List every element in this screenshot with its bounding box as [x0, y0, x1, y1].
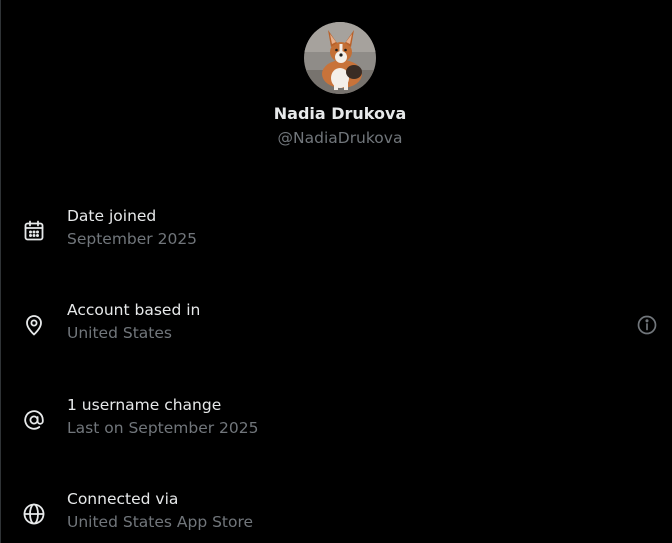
location-pin-icon — [22, 313, 46, 337]
row-connected-via: Connected via United States App Store — [1, 490, 672, 543]
display-name: Nadia Drukova — [273, 104, 407, 123]
row-title: Account based in — [67, 301, 201, 319]
calendar-icon — [22, 219, 46, 243]
row-subtitle: September 2025 — [67, 230, 198, 248]
row-title: Connected via — [67, 490, 179, 508]
at-sign-icon — [22, 408, 46, 432]
row-username-change: 1 username change Last on September 2025 — [1, 396, 672, 456]
row-title: Date joined — [67, 207, 157, 225]
globe-icon — [22, 502, 46, 526]
row-title: 1 username change — [67, 396, 222, 414]
row-subtitle: United States — [67, 324, 172, 342]
avatar[interactable] — [304, 22, 376, 94]
row-date-joined: Date joined September 2025 — [1, 207, 672, 267]
profile-header: Nadia Drukova @NadiaDrukova — [1, 0, 672, 160]
username-handle: @NadiaDrukova — [277, 129, 403, 147]
corgi-avatar-image — [304, 22, 376, 94]
info-icon[interactable] — [636, 314, 658, 336]
row-account-based-in: Account based in United States — [1, 301, 672, 361]
row-subtitle: Last on September 2025 — [67, 419, 259, 437]
about-account-page: Nadia Drukova @NadiaDrukova Date joined … — [0, 0, 672, 543]
row-subtitle: United States App Store — [67, 513, 254, 531]
